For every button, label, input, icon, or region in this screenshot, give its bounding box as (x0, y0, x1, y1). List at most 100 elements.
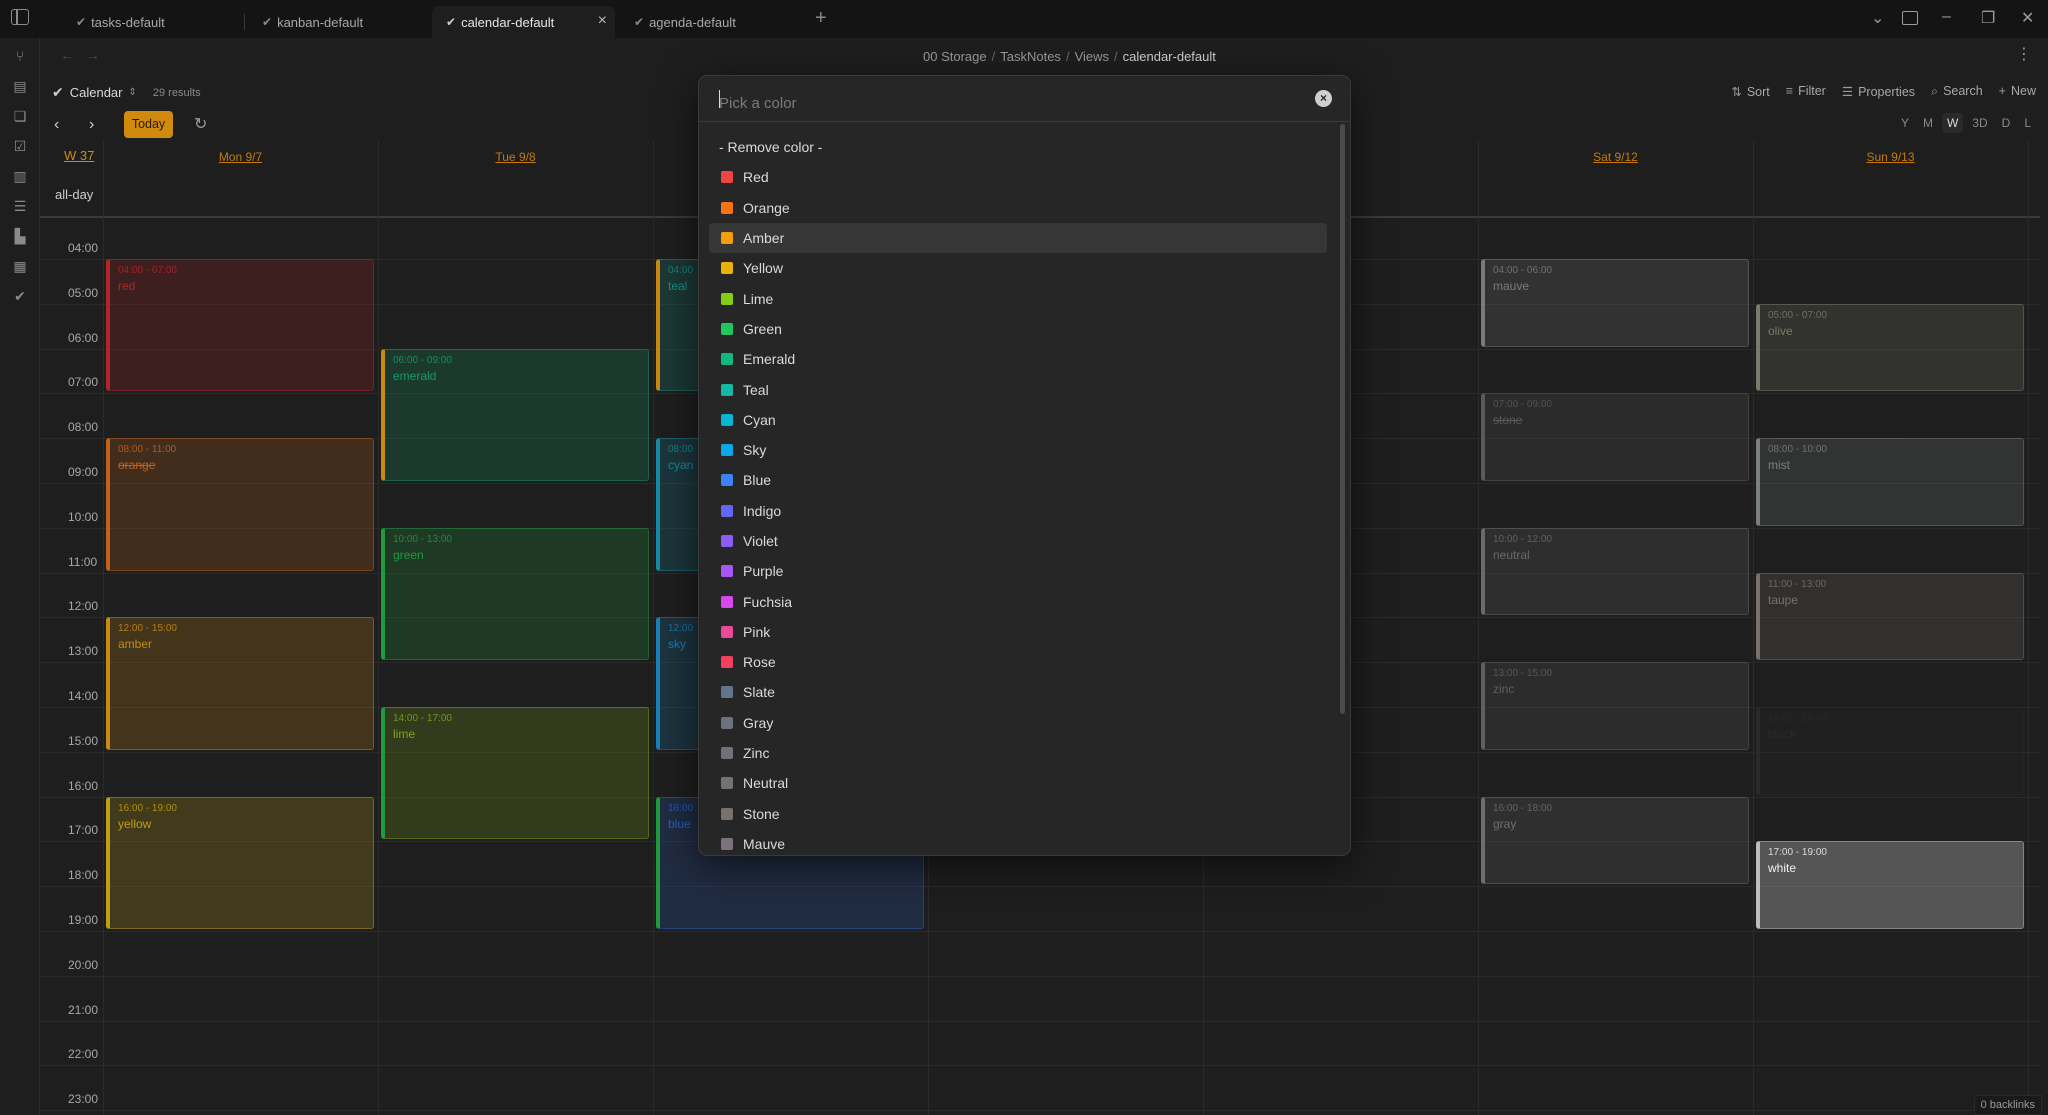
event-emerald[interactable]: 06:00 - 09:00 emerald (381, 348, 649, 481)
chart-icon[interactable]: ▙ (12, 228, 28, 244)
view-mode-m[interactable]: M (1918, 113, 1938, 133)
event-olive[interactable]: 05:00 - 07:00 olive (1756, 303, 2024, 392)
day-header[interactable]: Mon 9/7 (103, 150, 378, 164)
color-search-input[interactable] (719, 90, 1289, 116)
event-amber[interactable]: 12:00 - 15:00 amber (106, 617, 374, 750)
search-button[interactable]: ⌕ Search (1931, 84, 1983, 99)
color-option-pink[interactable]: Pink (709, 617, 1327, 647)
kanban-board-icon[interactable]: ▥ (12, 168, 28, 184)
picker-scrollbar[interactable] (1340, 124, 1345, 714)
today-button[interactable]: Today (124, 111, 173, 138)
color-option-purple[interactable]: Purple (709, 556, 1327, 586)
new-tab-plus-icon[interactable]: + (815, 7, 827, 30)
view-mode-y[interactable]: Y (1896, 113, 1914, 133)
color-option-neutral[interactable]: Neutral (709, 768, 1327, 798)
color-option-rose[interactable]: Rose (709, 647, 1327, 677)
sort-button[interactable]: ⇅ Sort (1731, 84, 1769, 99)
day-header[interactable]: Tue 9/8 (378, 150, 653, 164)
view-mode-3d[interactable]: 3D (1967, 113, 1992, 133)
refresh-icon[interactable]: ↻ (194, 114, 207, 134)
view-mode-l[interactable]: L (2019, 113, 2036, 133)
color-swatch (721, 686, 733, 699)
tab-tasks-default[interactable]: ✔ tasks-default (62, 6, 242, 38)
new-note-icon[interactable]: ▤ (12, 78, 28, 94)
tab-list-chevron-icon[interactable]: ⌄ (1871, 8, 1884, 28)
breadcrumb-item[interactable]: 00 Storage (923, 49, 987, 64)
clear-search-icon[interactable]: × (1315, 90, 1332, 107)
calendar-icon[interactable]: ▦ (12, 258, 28, 274)
right-sidebar-toggle-icon[interactable] (1902, 11, 1918, 25)
event-red[interactable]: 04:00 - 07:00 red (106, 259, 374, 392)
next-week-chevron-icon[interactable]: › (89, 116, 94, 134)
event-orange[interactable]: 08:00 - 11:00 orange (106, 438, 374, 571)
event-lime[interactable]: 14:00 - 17:00 lime (381, 707, 649, 840)
close-tab-icon[interactable]: × (598, 12, 607, 30)
color-option-emerald[interactable]: Emerald (709, 344, 1327, 374)
color-option-cyan[interactable]: Cyan (709, 405, 1327, 435)
color-option-gray[interactable]: Gray (709, 708, 1327, 738)
view-mode-w[interactable]: W (1941, 113, 1964, 133)
color-option-yellow[interactable]: Yellow (709, 253, 1327, 283)
list-icon[interactable]: ☰ (12, 198, 28, 214)
event-mist[interactable]: 08:00 - 10:00 mist (1756, 438, 2024, 526)
event-yellow[interactable]: 16:00 - 19:00 yellow (106, 796, 374, 929)
event-mauve[interactable]: 04:00 - 06:00 mauve (1481, 259, 1749, 347)
more-options-icon[interactable]: ⋮ (2016, 44, 2032, 64)
color-option-teal[interactable]: Teal (709, 374, 1327, 404)
properties-button[interactable]: ☰ Properties (1842, 84, 1915, 99)
color-option-blue[interactable]: Blue (709, 465, 1327, 495)
event-white[interactable]: 17:00 - 19:00 white (1756, 841, 2024, 929)
hour-label: 20:00 (68, 957, 99, 972)
color-option-slate[interactable]: Slate (709, 677, 1327, 707)
task-checkbox-icon[interactable]: ☑ (12, 138, 28, 154)
forward-arrow-icon[interactable]: → (86, 47, 100, 63)
prev-week-chevron-icon[interactable]: ‹ (54, 116, 59, 134)
double-check-icon[interactable]: ✔ (12, 288, 28, 304)
back-arrow-icon[interactable]: ← (60, 47, 74, 63)
color-option-red[interactable]: Red (709, 162, 1327, 192)
color-option-amber[interactable]: Amber (709, 222, 1327, 254)
copy-icon[interactable]: ❏ (12, 108, 28, 124)
close-window-icon[interactable]: ✕ (2021, 8, 2034, 28)
color-option-lime[interactable]: Lime (709, 283, 1327, 313)
color-option-label: Teal (743, 381, 769, 398)
restore-icon[interactable]: ❐ (1981, 8, 1995, 28)
color-option-violet[interactable]: Violet (709, 526, 1327, 556)
view-mode-d[interactable]: D (1997, 113, 2016, 133)
event-green[interactable]: 10:00 - 13:00 green (381, 527, 649, 661)
sort-icon: ⇅ (1731, 85, 1742, 99)
minimize-icon[interactable]: – (1942, 8, 1951, 26)
event-time: 16:00 - 18:00 (1493, 802, 1552, 814)
color-option-fuchsia[interactable]: Fuchsia (709, 586, 1327, 616)
event-gray[interactable]: 16:00 - 18:00 gray (1481, 796, 1749, 885)
breadcrumb-item[interactable]: TaskNotes (1000, 49, 1061, 64)
event-black[interactable]: 14:00 - 16:00 black (1756, 707, 2024, 795)
tab-kanban-default[interactable]: ✔ kanban-default (248, 6, 428, 38)
remove-color-option[interactable]: - Remove color - (709, 132, 1327, 162)
event-time: 10:00 - 13:00 (393, 533, 452, 545)
week-number[interactable]: W 37 (64, 148, 94, 163)
tab-agenda-default[interactable]: ✔ agenda-default (620, 6, 800, 38)
filter-button[interactable]: ≡ Filter (1786, 84, 1826, 99)
check-icon: ✔ (52, 84, 64, 100)
color-option-sky[interactable]: Sky (709, 435, 1327, 465)
color-option-zinc[interactable]: Zinc (709, 738, 1327, 768)
new-button[interactable]: + New (1999, 84, 2036, 99)
breadcrumb-item[interactable]: Views (1075, 49, 1109, 64)
sidebar-toggle-icon[interactable] (11, 9, 29, 25)
color-option-orange[interactable]: Orange (709, 193, 1327, 223)
color-option-stone[interactable]: Stone (709, 799, 1327, 829)
color-option-indigo[interactable]: Indigo (709, 496, 1327, 526)
color-option-mauve[interactable]: Mauve (709, 829, 1327, 852)
day-header[interactable]: Sat 9/12 (1478, 150, 1753, 164)
event-neutral[interactable]: 10:00 - 12:00 neutral (1481, 527, 1749, 616)
event-zinc[interactable]: 13:00 - 15:00 zinc (1481, 662, 1749, 750)
event-stone[interactable]: 07:00 - 09:00 stone (1481, 393, 1749, 481)
backlinks-status[interactable]: 0 backlinks (1973, 1095, 2042, 1115)
view-switcher[interactable]: ✔ Calendar ⇕ 29 results (52, 84, 201, 101)
event-taupe[interactable]: 11:00 - 13:00 taupe (1756, 572, 2024, 661)
day-header[interactable]: Sun 9/13 (1753, 150, 2028, 164)
tab-calendar-default[interactable]: ✔ calendar-default × (432, 6, 615, 38)
graph-view-icon[interactable]: ⑂ (12, 48, 28, 64)
color-option-green[interactable]: Green (709, 314, 1327, 344)
